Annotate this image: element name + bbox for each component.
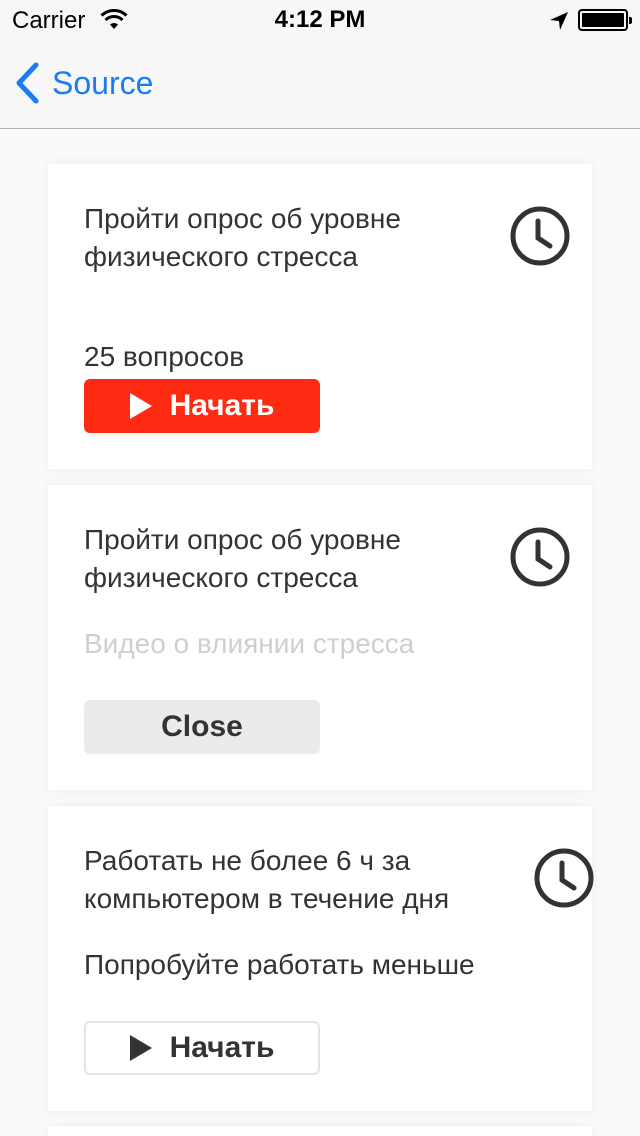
location-arrow-icon bbox=[549, 10, 569, 38]
clock-icon bbox=[532, 846, 596, 915]
card-computer-time: Работать не более 6 ч за компьютером в т… bbox=[48, 806, 594, 1111]
play-icon bbox=[129, 1035, 152, 1061]
start-button[interactable]: Начать bbox=[84, 379, 320, 433]
navigation-bar: Source bbox=[0, 40, 640, 129]
card-stress-video: Пройти опрос об уровне физического стрес… bbox=[48, 485, 592, 790]
clock-icon bbox=[508, 204, 572, 273]
status-bar: Carrier 4:12 PM bbox=[0, 0, 640, 40]
card-partial bbox=[48, 1126, 592, 1136]
card-subtitle: Видео о влиянии стресса bbox=[84, 628, 415, 659]
close-button-label: Close bbox=[161, 710, 243, 743]
card-subtitle: Попробуйте работать меньше bbox=[84, 949, 475, 980]
clock-icon bbox=[508, 525, 572, 594]
back-label: Source bbox=[52, 64, 154, 101]
start-button-label: Начать bbox=[169, 1031, 275, 1064]
close-button[interactable]: Close bbox=[84, 700, 320, 754]
back-button[interactable]: Source bbox=[14, 62, 153, 104]
card-title: Работать не более 6 ч за компьютером в т… bbox=[84, 845, 450, 914]
card-list[interactable]: Пройти опрос об уровне физического стрес… bbox=[0, 130, 640, 1136]
card-subtitle: 25 вопросов bbox=[84, 341, 245, 372]
card-stress-survey: Пройти опрос об уровне физического стрес… bbox=[48, 164, 592, 469]
battery-icon bbox=[578, 9, 632, 31]
start-button-label: Начать bbox=[169, 389, 275, 422]
chevron-left-icon bbox=[16, 62, 39, 104]
play-icon bbox=[129, 393, 152, 419]
card-title: Пройти опрос об уровне физического стрес… bbox=[84, 524, 401, 593]
clock-time: 4:12 PM bbox=[274, 6, 366, 33]
start-button[interactable]: Начать bbox=[84, 1021, 320, 1075]
card-title: Пройти опрос об уровне физического стрес… bbox=[84, 203, 401, 272]
